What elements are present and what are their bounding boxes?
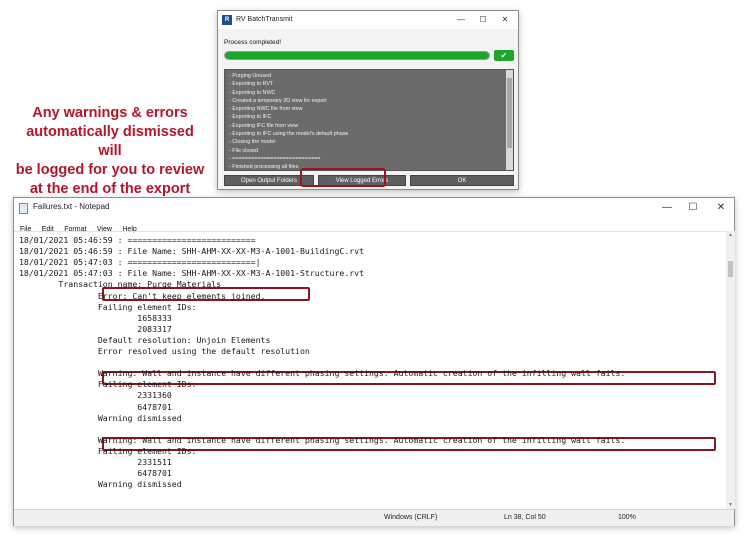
- notepad-titlebar[interactable]: Failures.txt - Notepad — ☐ ✕: [14, 198, 734, 218]
- close-icon[interactable]: ✕: [494, 11, 516, 29]
- annotation-line: Any warnings & errors: [32, 105, 188, 121]
- maximize-icon[interactable]: ☐: [680, 198, 706, 218]
- log-scrollbar[interactable]: [506, 70, 513, 170]
- annotation-text: Any warnings & errors automatically dism…: [14, 104, 206, 199]
- log-line: - Created a temporary 3D view for export: [229, 97, 327, 104]
- minimize-icon[interactable]: —: [450, 11, 472, 29]
- progress-fill: [225, 52, 489, 59]
- batch-titlebar[interactable]: R RV BatchTransmit — ☐ ✕: [218, 11, 518, 29]
- cursor-position: Ln 38, Col 50: [504, 514, 546, 521]
- log-scroll-thumb[interactable]: [507, 78, 512, 148]
- zoom-level: 100%: [618, 514, 636, 521]
- text-line: Error resolved using the default resolut…: [19, 346, 310, 356]
- annotation-line: automatically dismissed will: [26, 124, 194, 159]
- maximize-icon[interactable]: ☐: [472, 11, 494, 29]
- batch-transmit-window: R RV BatchTransmit — ☐ ✕ Process complet…: [217, 10, 519, 190]
- encoding-status: Windows (CRLF): [384, 514, 438, 521]
- scroll-up-icon[interactable]: ▲: [726, 231, 735, 239]
- check-icon: ✔: [494, 50, 514, 61]
- minimize-icon[interactable]: —: [654, 198, 680, 218]
- menu-bar: File Edit Format View Help: [14, 218, 734, 233]
- notepad-window: Failures.txt - Notepad — ☐ ✕ File Edit F…: [13, 197, 735, 526]
- log-line: - Exporting to RVT: [229, 81, 274, 88]
- log-line: - ============================: [229, 155, 321, 162]
- log-line: - Purging Unused: [229, 73, 271, 79]
- log-line: - File closed: [229, 147, 259, 154]
- notepad-title: Failures.txt - Notepad: [33, 202, 110, 211]
- log-line: - Exporting to IFC using the model's def…: [229, 131, 349, 138]
- text-editor[interactable]: 18/01/2021 05:46:59 : ==================…: [14, 231, 726, 509]
- log-line: - Closing the model: [229, 139, 276, 146]
- view-errors-highlight: [300, 168, 386, 187]
- status-bar: Windows (CRLF) Ln 38, Col 50 100%: [14, 509, 734, 526]
- ok-button[interactable]: OK: [410, 175, 514, 186]
- status-text: Process completed!: [224, 39, 282, 46]
- text-line: Warning dismissed: [19, 412, 182, 423]
- log-line: - Exporting to NWC: [229, 89, 276, 96]
- window-title: RV BatchTransmit: [236, 16, 293, 23]
- vertical-scrollbar[interactable]: ▲ ▼: [726, 231, 735, 509]
- progress-bar: [224, 51, 490, 60]
- close-icon[interactable]: ✕: [708, 198, 734, 218]
- log-line: - Exporting IFC file from view: [229, 122, 299, 129]
- log-line: - Exporting to IFC: [229, 114, 272, 121]
- log-line: - Exporting NWC file from view: [229, 106, 303, 113]
- notepad-icon: [19, 203, 28, 214]
- scroll-down-icon[interactable]: ▼: [726, 501, 735, 509]
- log-lines: - Purging Unused - Exporting to RVT - Expo…: [229, 72, 505, 170]
- text-line: Warning dismissed: [19, 479, 182, 490]
- annotation-line: be logged for you to review: [15, 162, 205, 178]
- scroll-thumb[interactable]: [728, 261, 733, 277]
- app-logo-icon: R: [222, 15, 232, 25]
- log-panel: - Purging Unused - Exporting to RVT - Expo…: [224, 69, 514, 171]
